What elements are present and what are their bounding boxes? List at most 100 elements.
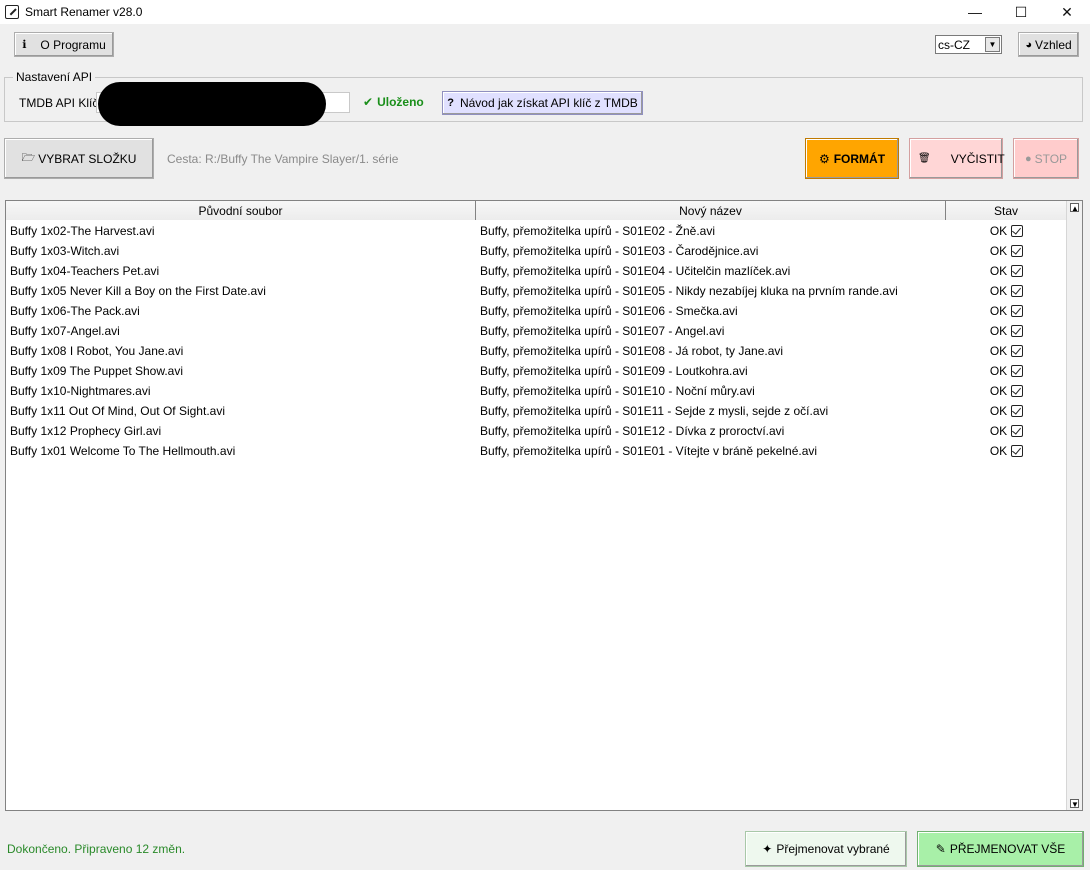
table-row[interactable]: Buffy 1x09 The Puppet Show.avi Buffy, pře… [6,361,1067,381]
stop-button[interactable]: ● STOP [1013,138,1079,179]
original-filename-cell: Buffy 1x10-Nightmares.avi [10,384,151,398]
original-filename-cell: Buffy 1x08 I Robot, You Jane.avi [10,344,184,358]
file-list[interactable]: Původní soubor Nový název Stav Buffy 1x0… [5,200,1083,811]
checkbox-icon[interactable] [1011,225,1024,237]
new-filename-cell: Buffy, přemožitelka upírů - S01E01 - Vít… [480,444,818,458]
status-cell: OK [946,224,1067,238]
new-filename-cell: Buffy, přemožitelka upírů - S01E05 - Nik… [480,284,898,298]
rename-all-label: PŘEJMENOVAT VŠE [949,842,1066,856]
clear-label: VYČISTIT [950,151,1005,166]
question-icon: ? [447,97,454,109]
vertical-scrollbar[interactable]: ▲ ▼ [1066,201,1082,810]
api-help-label: Návod jak získat API klíč z TMDB [459,96,638,110]
checkbox-icon[interactable] [1011,425,1024,437]
theme-button[interactable]: ◕ Vzhled [1018,32,1079,57]
status-cell: OK [946,284,1067,298]
checkbox-icon[interactable] [1011,285,1024,297]
table-row[interactable]: Buffy 1x06-The Pack.avi Buffy, přemožitel… [6,301,1067,321]
file-list-body: Buffy 1x02-The Harvest.avi Buffy, přemoži… [6,221,1067,461]
close-button[interactable]: ✕ [1044,0,1090,24]
scroll-down-icon[interactable]: ▼ [1070,799,1079,809]
saved-label: Uloženo [377,95,424,109]
status-cell: OK [946,244,1067,258]
new-filename-cell: Buffy, přemožitelka upírů - S01E07 - Ang… [480,324,725,338]
pencil-icon: ✎ [935,842,946,856]
table-row[interactable]: Buffy 1x07-Angel.avi Buffy, přemožitelka … [6,321,1067,341]
original-filename-cell: Buffy 1x09 The Puppet Show.avi [10,364,184,378]
minimize-button[interactable]: — [952,0,998,24]
saved-indicator: ✔ Uloženo [363,95,424,109]
checkbox-icon[interactable] [1011,445,1024,457]
new-filename-cell: Buffy, přemožitelka upírů - S01E04 - Uči… [480,264,791,278]
checkbox-icon[interactable] [1011,265,1024,277]
checkbox-icon[interactable] [1011,365,1024,377]
new-filename-cell: Buffy, přemožitelka upírů - S01E09 - Lou… [480,364,748,378]
checkbox-icon[interactable] [1011,385,1024,397]
column-original[interactable]: Původní soubor [6,201,476,220]
status-cell: OK [946,404,1067,418]
clear-button[interactable]: 🗑 VYČISTIT [909,138,1005,179]
status-text: Dokončeno. Připraveno 12 změn. [7,842,186,856]
status-text-ok: OK [989,344,1008,358]
language-value: cs-CZ [938,37,970,52]
scroll-up-icon[interactable]: ▲ [1070,203,1079,213]
status-text-ok: OK [989,444,1008,458]
file-list-header: Původní soubor Nový název Stav [6,201,1067,220]
maximize-button[interactable]: ☐ [998,0,1044,24]
checkbox-icon[interactable] [1011,305,1024,317]
status-cell: OK [946,304,1067,318]
theme-label: Vzhled [1034,37,1072,52]
palette-icon: ◕ [1025,38,1032,51]
checkbox-icon[interactable] [1011,325,1024,337]
select-folder-button[interactable]: 🗁 VYBRAT SLOŽKU [4,138,154,179]
new-filename-cell: Buffy, přemožitelka upírů - S01E10 - Noč… [480,384,755,398]
table-row[interactable]: Buffy 1x02-The Harvest.avi Buffy, přemoži… [6,221,1067,241]
status-cell: OK [946,444,1067,458]
folder-icon: 🗁 [21,152,36,164]
api-help-button[interactable]: ? Návod jak získat API klíč z TMDB [442,91,643,115]
window-title: Smart Renamer v28.0 [25,5,143,19]
status-text-ok: OK [989,224,1008,238]
original-filename-cell: Buffy 1x01 Welcome To The Hellmouth.avi [10,444,236,458]
table-row[interactable]: Buffy 1x08 I Robot, You Jane.avi Buffy, p… [6,341,1067,361]
api-group-label: Nastavení API [13,70,96,84]
new-filename-cell: Buffy, přemožitelka upírů - S01E06 - Sme… [480,304,738,318]
rename-all-button[interactable]: ✎ PŘEJMENOVAT VŠE [917,831,1084,867]
about-button[interactable]: ℹ O Programu [14,32,114,57]
app-icon [5,5,19,19]
title-bar: Smart Renamer v28.0 — ☐ ✕ [0,0,1090,24]
sparkle-icon: ✦ [762,842,773,856]
language-select[interactable]: cs-CZ ▼ [935,35,1002,54]
status-text-ok: OK [989,304,1008,318]
table-row[interactable]: Buffy 1x12 Prophecy Girl.avi Buffy, přemo… [6,421,1067,441]
checkbox-icon[interactable] [1011,245,1024,257]
original-filename-cell: Buffy 1x06-The Pack.avi [10,304,140,318]
status-text-ok: OK [989,284,1008,298]
table-row[interactable]: Buffy 1x01 Welcome To The Hellmouth.avi B… [6,441,1067,461]
checkbox-icon[interactable] [1011,345,1024,357]
chevron-down-icon[interactable]: ▼ [985,37,1000,52]
status-text-ok: OK [989,424,1008,438]
original-filename-cell: Buffy 1x05 Never Kill a Boy on the First… [10,284,266,298]
checkbox-icon[interactable] [1011,405,1024,417]
stop-icon: ● [1024,152,1032,165]
status-text-ok: OK [989,364,1008,378]
status-cell: OK [946,344,1067,358]
status-cell: OK [946,384,1067,398]
table-row[interactable]: Buffy 1x11 Out Of Mind, Out Of Sight.avi… [6,401,1067,421]
table-row[interactable]: Buffy 1x05 Never Kill a Boy on the First… [6,281,1067,301]
original-filename-cell: Buffy 1x03-Witch.avi [10,244,120,258]
new-filename-cell: Buffy, přemožitelka upírů - S01E12 - Dív… [480,424,785,438]
column-status[interactable]: Stav [946,201,1067,220]
about-label: O Programu [40,37,106,52]
new-filename-cell: Buffy, přemožitelka upírů - S01E03 - Čar… [480,244,759,258]
rename-selected-button[interactable]: ✦ Přejmenovat vybrané [745,831,907,867]
stop-label: STOP [1034,151,1068,166]
status-text-ok: OK [989,384,1008,398]
format-button[interactable]: ⚙ FORMÁT [805,138,899,179]
table-row[interactable]: Buffy 1x10-Nightmares.avi Buffy, přemožit… [6,381,1067,401]
column-new-name[interactable]: Nový název [476,201,946,220]
table-row[interactable]: Buffy 1x04-Teachers Pet.avi Buffy, přemož… [6,261,1067,281]
original-filename-cell: Buffy 1x12 Prophecy Girl.avi [10,424,162,438]
table-row[interactable]: Buffy 1x03-Witch.avi Buffy, přemožitelka … [6,241,1067,261]
